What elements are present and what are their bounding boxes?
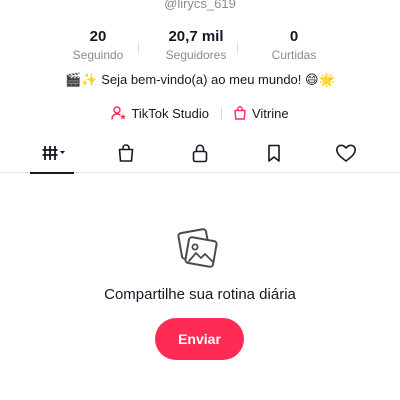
stat-following[interactable]: 20 Seguindo — [58, 28, 138, 63]
empty-state-title: Compartilhe sua rotina diária — [104, 286, 296, 303]
stat-followers-value: 20,7 mil — [168, 28, 224, 45]
tiktok-studio-label: TikTok Studio — [131, 105, 209, 121]
stat-divider — [138, 42, 139, 54]
tiktok-studio-link[interactable]: TikTok Studio — [111, 105, 209, 121]
stat-followers-label: Seguidores — [165, 48, 227, 62]
stat-followers[interactable]: 20,7 mil Seguidores — [155, 28, 237, 63]
tab-liked[interactable] — [324, 139, 368, 173]
stat-following-value: 20 — [89, 28, 107, 45]
profile-links: TikTok Studio Vitrine — [0, 103, 400, 123]
send-button[interactable]: Enviar — [155, 318, 244, 360]
tab-private[interactable] — [178, 139, 222, 173]
profile-page: @lirycs_619 20 Seguindo 20,7 mil Seguido… — [0, 0, 400, 400]
stat-likes-value: 0 — [289, 28, 299, 45]
lock-icon — [190, 143, 210, 168]
photos-icon — [175, 224, 221, 270]
stat-likes-label: Curtidas — [271, 48, 317, 62]
bookmark-icon — [264, 143, 284, 168]
tab-saved[interactable] — [252, 139, 296, 173]
tab-shop[interactable] — [104, 139, 148, 173]
shopping-bag-icon — [116, 143, 136, 168]
username: @lirycs_619 — [164, 0, 236, 11]
profile-stats: 20 Seguindo 20,7 mil Seguidores 0 Curtid… — [58, 29, 358, 63]
user-star-icon — [111, 105, 127, 121]
stat-divider — [237, 42, 238, 54]
tab-videos[interactable] — [30, 139, 74, 174]
showcase-link[interactable]: Vitrine — [232, 105, 289, 121]
profile-bio: 🎬✨ Seja bem-vindo(a) ao meu mundo! 😄🌟 — [65, 72, 335, 87]
showcase-label: Vitrine — [251, 105, 289, 121]
profile-tabs — [0, 139, 400, 174]
shopping-bag-icon — [232, 105, 248, 121]
stat-following-label: Seguindo — [72, 48, 124, 62]
links-divider — [220, 106, 222, 120]
heart-icon — [335, 143, 357, 168]
stat-likes[interactable]: 0 Curtidas — [254, 28, 334, 63]
grid-icon — [34, 143, 70, 168]
